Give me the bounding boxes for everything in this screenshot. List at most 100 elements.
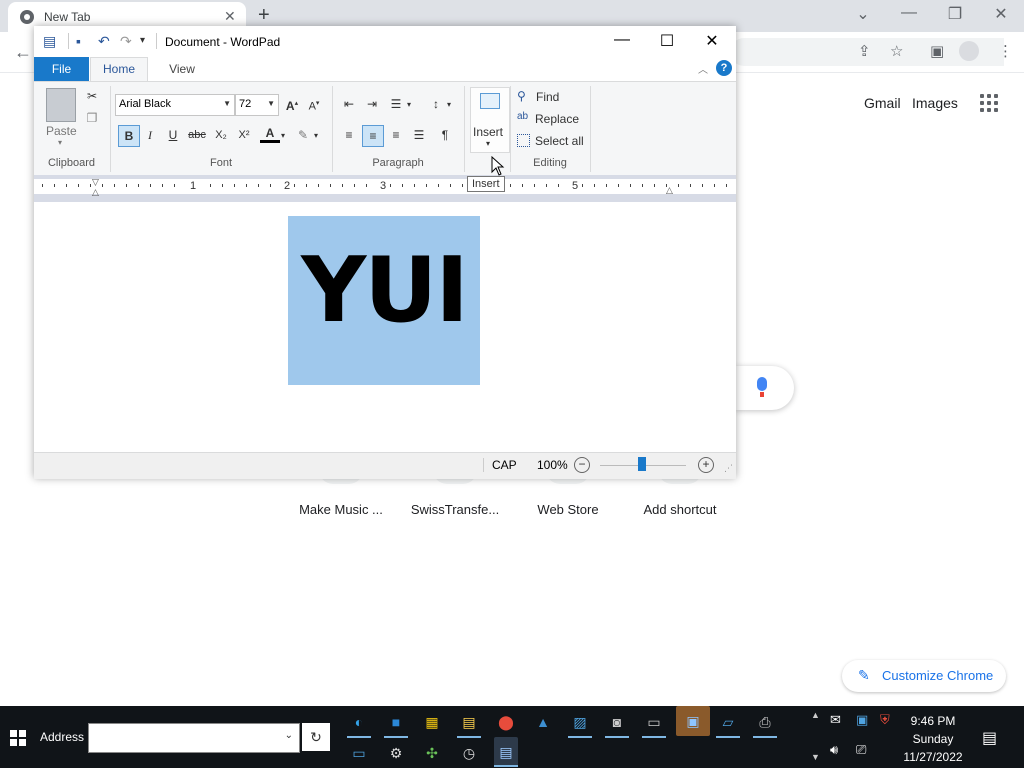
side-panel-icon[interactable]: ▣: [930, 42, 944, 60]
bookmark-star-icon[interactable]: ☆: [890, 42, 903, 60]
highlight-dropdown-icon[interactable]: ▾: [311, 126, 321, 146]
remote-desktop-icon[interactable]: ▱: [716, 711, 740, 738]
selected-text-highlight[interactable]: YUI: [288, 216, 480, 385]
refresh-go-icon[interactable]: ↻: [302, 723, 330, 751]
chart-app-icon[interactable]: ✣: [420, 742, 444, 764]
volume-icon[interactable]: 🔊︎: [830, 742, 838, 758]
address-input[interactable]: ⌄: [88, 723, 300, 753]
bullet-list-icon[interactable]: ☰: [386, 94, 406, 114]
resize-grip-icon[interactable]: ⋰: [724, 463, 733, 474]
document-editor[interactable]: YUI: [34, 202, 736, 452]
align-center-icon[interactable]: ≡: [362, 125, 384, 147]
font-size-select[interactable]: 72 ▼: [235, 94, 279, 116]
scroll-down-icon[interactable]: ▼: [811, 752, 820, 762]
right-indent-marker[interactable]: △: [666, 185, 673, 196]
italic-button[interactable]: I: [140, 125, 160, 145]
wordpad-minimize-icon[interactable]: —: [600, 31, 644, 49]
app-window-icon[interactable]: ■: [384, 711, 408, 738]
wordpad-app-icon[interactable]: ▤: [43, 33, 56, 50]
shrink-font-icon[interactable]: A▾: [304, 94, 324, 114]
align-right-icon[interactable]: ≡: [386, 125, 406, 145]
bullet-dropdown-icon[interactable]: ▾: [404, 95, 414, 115]
save-icon[interactable]: ▪: [76, 33, 81, 49]
paste-clipboard-icon[interactable]: [46, 88, 76, 122]
tab-file[interactable]: File: [34, 57, 89, 81]
camera-icon[interactable]: ◙: [605, 711, 629, 738]
increase-indent-icon[interactable]: ⇥: [362, 94, 382, 114]
profile-avatar[interactable]: [959, 41, 979, 61]
tab-search-icon[interactable]: ⌄: [840, 4, 886, 24]
subscript-button[interactable]: X₂: [211, 125, 231, 145]
share-icon[interactable]: ⇪: [858, 42, 871, 60]
font-family-select[interactable]: Arial Black ▼: [115, 94, 235, 116]
highlight-color-icon[interactable]: ✎: [293, 125, 313, 145]
action-center-icon[interactable]: ▤: [982, 728, 997, 748]
new-tab-button[interactable]: +: [258, 4, 270, 27]
minimize-icon[interactable]: —: [886, 4, 932, 22]
customize-chrome-button[interactable]: ✎ Customize Chrome: [842, 660, 1006, 692]
line-spacing-icon[interactable]: ↕: [426, 94, 446, 114]
security-shield-icon[interactable]: ⛨: [880, 712, 890, 728]
paste-button[interactable]: Paste: [46, 124, 77, 138]
select-all-button[interactable]: Select all: [535, 134, 584, 148]
wordpad-close-icon[interactable]: ✕: [690, 31, 734, 51]
minimize-ribbon-icon[interactable]: ︿: [698, 61, 708, 76]
line-spacing-dropdown-icon[interactable]: ▾: [444, 95, 454, 115]
store-icon[interactable]: ▦: [420, 711, 444, 733]
zoom-in-icon[interactable]: +: [698, 457, 714, 473]
insert-button[interactable]: Insert ▾: [470, 87, 510, 153]
text-color-dropdown-icon[interactable]: ▾: [278, 126, 288, 146]
underline-button[interactable]: U: [163, 125, 183, 145]
control-panel-icon[interactable]: ▣: [676, 706, 710, 736]
photos-icon[interactable]: ▲: [531, 711, 555, 733]
voice-search-mic-icon[interactable]: [757, 377, 767, 397]
network-printer-icon[interactable]: ⎙: [753, 711, 777, 738]
justify-icon[interactable]: ☰: [409, 125, 429, 145]
gmail-link[interactable]: Gmail: [864, 95, 901, 111]
cut-scissors-icon[interactable]: ✂: [82, 86, 102, 106]
bold-button[interactable]: B: [118, 125, 140, 147]
restore-icon[interactable]: ❐: [932, 4, 978, 24]
back-arrow-icon[interactable]: ←: [14, 42, 32, 63]
desktop-icon[interactable]: ▭: [347, 742, 371, 764]
wordpad-taskbar-icon[interactable]: ▤: [494, 737, 518, 767]
images-link[interactable]: Images: [912, 95, 958, 111]
paragraph-settings-icon[interactable]: ¶: [435, 125, 455, 145]
strikethrough-button[interactable]: abc: [187, 125, 207, 145]
customize-qat-icon[interactable]: ▾: [140, 35, 145, 46]
image-viewer-icon[interactable]: ▨: [568, 711, 592, 738]
close-window-icon[interactable]: ✕: [978, 4, 1024, 24]
tab-view[interactable]: View: [162, 57, 202, 81]
settings-gear-icon[interactable]: ⚙: [384, 742, 408, 764]
superscript-button[interactable]: X²: [234, 125, 254, 145]
google-apps-icon[interactable]: [980, 94, 1000, 114]
clock-app-icon[interactable]: ◷: [457, 742, 481, 764]
find-button[interactable]: Find: [536, 90, 559, 104]
text-color-icon[interactable]: A: [260, 123, 280, 143]
network-icon[interactable]: ⎚: [856, 742, 866, 758]
tray-app-icon[interactable]: ✉: [830, 712, 841, 728]
notepad-icon[interactable]: ▤: [457, 711, 481, 738]
undo-icon[interactable]: ↶: [98, 33, 110, 50]
maps-pin-icon[interactable]: ⬤: [494, 711, 518, 733]
paste-dropdown-icon[interactable]: ▾: [58, 138, 62, 147]
hanging-indent-marker[interactable]: △: [92, 187, 99, 198]
terminal-icon[interactable]: ▭: [642, 711, 666, 738]
scroll-up-icon[interactable]: ▲: [811, 710, 820, 720]
edge-browser-icon[interactable]: ◐: [347, 711, 371, 738]
wordpad-window[interactable]: ▤ ▪ ↶ ↷ ▾ Document - WordPad — ☐ ✕ File …: [34, 26, 736, 479]
zoom-slider-thumb[interactable]: [638, 457, 646, 471]
help-icon[interactable]: ?: [716, 60, 732, 76]
tray-monitor-icon[interactable]: ▣: [856, 712, 868, 728]
windows-start-icon[interactable]: [10, 730, 26, 746]
tab-close-icon[interactable]: ✕: [224, 8, 236, 25]
wordpad-maximize-icon[interactable]: ☐: [645, 31, 689, 51]
ruler[interactable]: ▽ △ △ 1 2 3 5: [34, 175, 736, 202]
grow-font-icon[interactable]: A▴: [282, 94, 302, 114]
copy-icon[interactable]: ❐: [82, 108, 102, 128]
tray-clock[interactable]: 9:46 PM Sunday 11/27/2022: [900, 712, 966, 766]
document-text[interactable]: YUI: [288, 236, 480, 346]
tab-home[interactable]: Home: [90, 57, 148, 81]
align-left-icon[interactable]: ≡: [339, 125, 359, 145]
chrome-menu-icon[interactable]: ⋮: [998, 42, 1013, 60]
